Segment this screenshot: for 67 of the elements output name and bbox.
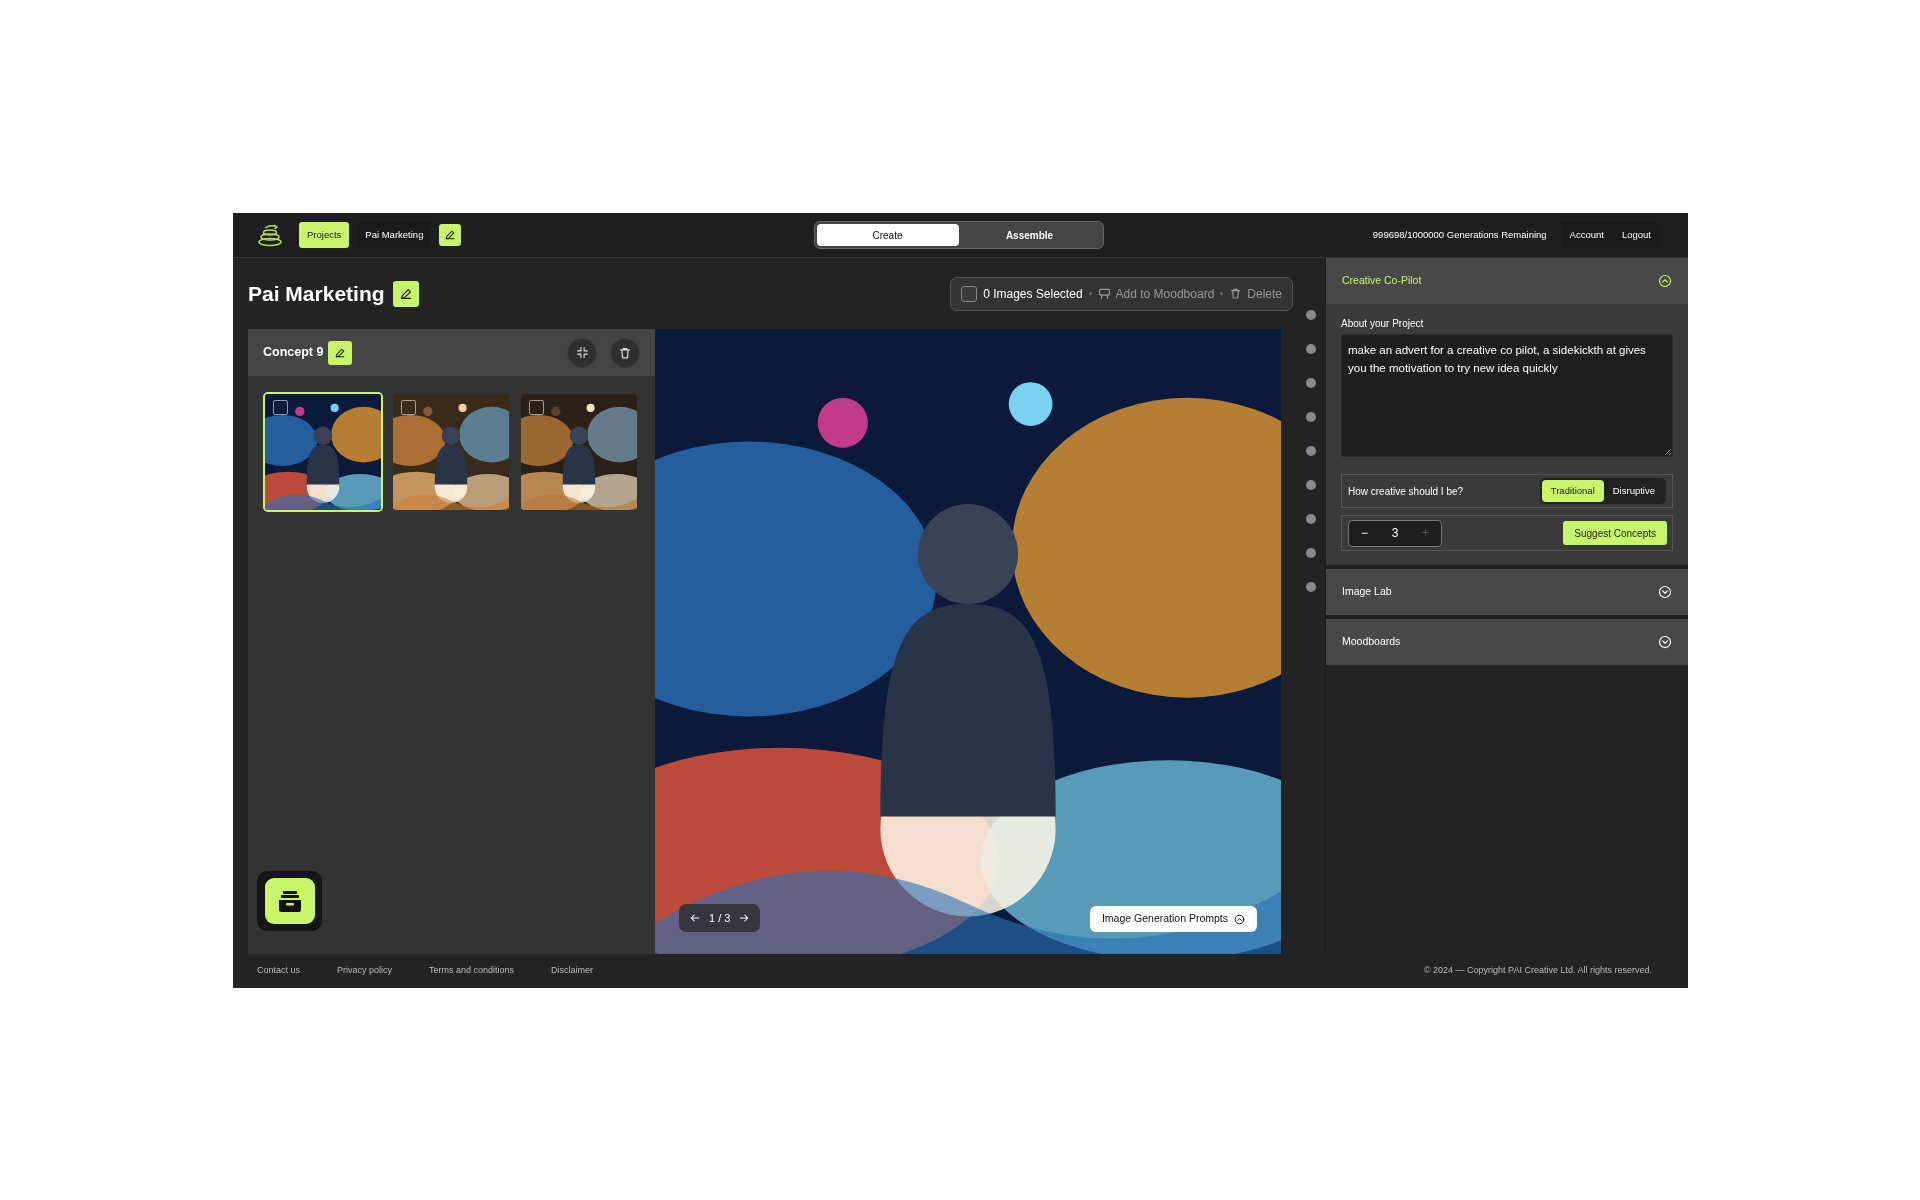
prompts-button[interactable]: Image Generation Prompts [1089,906,1257,932]
project-title: Pai Marketing [248,280,385,307]
field-label: About your Project [1341,317,1425,331]
checkbox[interactable] [961,285,978,302]
archive-icon [277,890,302,912]
generations-remaining: 999698/1000000 Generations Remaining [1372,227,1547,242]
page-dot[interactable] [1305,480,1316,490]
nav-link[interactable]: Account [1560,221,1613,249]
page-dot[interactable] [1305,344,1316,354]
page-dot[interactable] [1305,412,1316,422]
logo[interactable] [257,223,283,247]
section-header[interactable]: Moodboards [1326,619,1688,665]
page-dot[interactable] [1305,548,1316,558]
page-dot[interactable] [1305,514,1316,524]
number-stepper[interactable]: − 3 + [1348,519,1442,547]
stepper-value: 3 [1391,525,1399,542]
next-button[interactable] [738,912,751,924]
nav-button[interactable]: Pai Marketing [357,222,432,248]
chevron-down-icon [1658,635,1672,649]
section-header[interactable]: Image Lab [1326,569,1688,615]
pencil-icon [398,286,413,301]
nav-button[interactable]: Projects [299,222,350,248]
copyright: © 2024 — Copyright PAI Creative Ltd. All rights reserved. [1423,964,1652,978]
archive-button[interactable] [257,871,322,931]
pencil-icon [334,346,347,359]
easel-icon [1097,287,1111,300]
section-header[interactable]: Creative Co-Pilot [1326,258,1688,304]
page-indicator: 1 / 3 [709,910,731,926]
page-dot[interactable] [1305,446,1316,456]
chevron-up-icon [1658,274,1672,288]
footer-link[interactable]: Terms and conditions [429,964,515,978]
toolbar-action[interactable]: Delete [1229,284,1282,303]
mode-tab[interactable]: Assemble [958,224,1101,246]
edit-button[interactable] [392,280,419,307]
edit-button[interactable] [439,224,462,246]
edit-button[interactable] [328,340,353,365]
pencil-icon [444,229,457,241]
chevron-up-icon [1234,913,1245,925]
footer-link[interactable]: Contact us [257,964,301,978]
creativity-label: How creative should I be? [1348,484,1464,499]
toggle-option[interactable]: Traditional [1541,479,1604,503]
chevron-down-icon [1658,585,1672,599]
page-dot[interactable] [1305,310,1316,320]
previous-button[interactable] [689,912,701,924]
page-dot[interactable] [1305,582,1316,592]
arrow-right-icon [738,912,751,924]
delete-button[interactable] [610,337,640,368]
page-dot[interactable] [1305,378,1316,388]
toolbar-action[interactable]: Add to Moodboard [1097,284,1215,303]
project-description-field[interactable]: make an advert for a creative co pilot, a sidekickth at gives you the motivation to try new idea quickly [1341,334,1673,457]
nav-link[interactable]: Logout [1612,221,1660,249]
collapse-button[interactable] [567,337,597,368]
decrement-button[interactable]: − [1353,524,1376,542]
arrow-left-icon [689,912,701,924]
suggest-button[interactable]: Suggest Concepts [1563,521,1667,545]
section-title: Creative Co-Pilot [1342,273,1422,289]
footer-link[interactable]: Privacy policy [337,964,393,978]
section-title: Image Lab [1342,584,1392,600]
trash-icon [1229,287,1243,300]
toggle-option[interactable]: Disruptive [1603,479,1664,503]
trash-icon [618,345,632,360]
footer-link[interactable]: Disclaimer [551,964,594,978]
compress-icon [575,346,589,359]
selection-count: 0 Images Selected [983,285,1083,303]
section-title: Moodboards [1342,634,1401,650]
mode-tab[interactable]: Create [816,224,959,246]
concept-title: Concept 9 [263,344,324,362]
